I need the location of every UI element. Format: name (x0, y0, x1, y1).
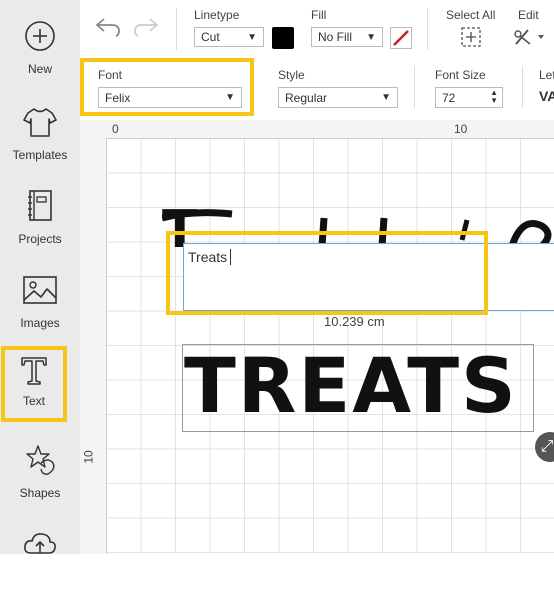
top-toolbar: Linetype Cut ▼ Fill No Fill ▼ Select All… (80, 0, 554, 59)
linetype-color-swatch[interactable] (272, 27, 294, 49)
divider (414, 66, 415, 108)
font-label: Font (98, 68, 123, 82)
style-label: Style (278, 68, 305, 82)
text-object-treats[interactable]: TREATS (184, 338, 534, 434)
font-size-value: 72 (442, 90, 456, 105)
fill-select[interactable]: No Fill ▼ (311, 27, 383, 47)
undo-icon[interactable] (94, 16, 122, 43)
notebook-icon (0, 186, 80, 226)
text-t-icon (1, 350, 67, 390)
linetype-label: Linetype (194, 8, 240, 22)
text-toolbar: Font Felix ▼ Style Regular ▼ Font Size 7… (80, 58, 554, 121)
fill-color-swatch[interactable] (390, 27, 412, 49)
divider (522, 66, 523, 108)
design-canvas[interactable]: 0 10 10 T Treats 10.239 cm TREATS ⤢ (80, 120, 554, 554)
redo-icon[interactable] (132, 16, 160, 43)
sidebar-label-templates: Templates (12, 148, 68, 162)
ruler-top: 0 10 (106, 120, 554, 139)
sidebar-label-text: Text (22, 394, 45, 408)
sidebar-label-shapes: Shapes (19, 486, 61, 500)
sidebar-item-new[interactable]: New (0, 10, 80, 90)
font-size-label: Font Size (435, 68, 486, 82)
cloud-upload-icon (0, 524, 80, 564)
left-sidebar: New Templates Projects Images Text Shape… (0, 0, 80, 554)
ruler-left: 10 (80, 138, 107, 554)
font-value: Felix (105, 90, 131, 105)
font-size-stepper[interactable]: 72 ▲ ▼ (435, 87, 503, 108)
chevron-down-icon: ▼ (366, 32, 376, 43)
edit-tools-icon[interactable] (512, 26, 548, 53)
select-all-label: Select All (446, 8, 496, 22)
chevron-down-icon: ▼ (381, 92, 391, 103)
ruler-tick-label: 10 (81, 450, 96, 464)
tshirt-icon (0, 102, 80, 142)
style-select[interactable]: Regular ▼ (278, 87, 398, 108)
chevron-down-icon: ▼ (247, 32, 257, 43)
sidebar-item-text[interactable]: Text (1, 346, 67, 422)
divider (176, 8, 177, 50)
stepper-arrows-icon[interactable]: ▲ ▼ (490, 89, 498, 105)
fill-label: Fill (311, 8, 327, 22)
edit-label: Edit (518, 8, 539, 22)
letter-space-icon[interactable]: VA (539, 88, 554, 104)
sidebar-label-projects: Projects (18, 232, 62, 246)
fill-value: No Fill (318, 30, 353, 44)
ruler-tick-label: 0 (112, 122, 119, 136)
linetype-value: Cut (201, 30, 220, 44)
sidebar-label-images: Images (20, 316, 60, 330)
sidebar-item-templates[interactable]: Templates (0, 96, 80, 176)
shapes-icon (0, 440, 80, 480)
sidebar-item-projects[interactable]: Projects (0, 180, 80, 260)
select-all-icon[interactable] (460, 26, 482, 53)
ruler-tick-label: 10 (454, 122, 468, 136)
divider (427, 8, 428, 50)
sidebar-label-new: New (27, 62, 52, 76)
image-icon (0, 270, 80, 310)
width-readout: 10.239 cm (324, 314, 385, 329)
font-select[interactable]: Felix ▼ (98, 87, 242, 108)
letter-space-label: Let (539, 68, 554, 82)
sidebar-item-shapes[interactable]: Shapes (0, 434, 80, 514)
resize-arrows-icon: ⤢ (540, 438, 554, 455)
chevron-down-icon: ▼ (225, 92, 235, 103)
text-edit-highlight-box (166, 231, 488, 315)
plus-circle-icon (0, 16, 80, 56)
sidebar-item-images[interactable]: Images (0, 264, 80, 344)
linetype-select[interactable]: Cut ▼ (194, 27, 264, 47)
style-value: Regular (285, 90, 328, 105)
sidebar-item-upload[interactable] (0, 518, 80, 598)
